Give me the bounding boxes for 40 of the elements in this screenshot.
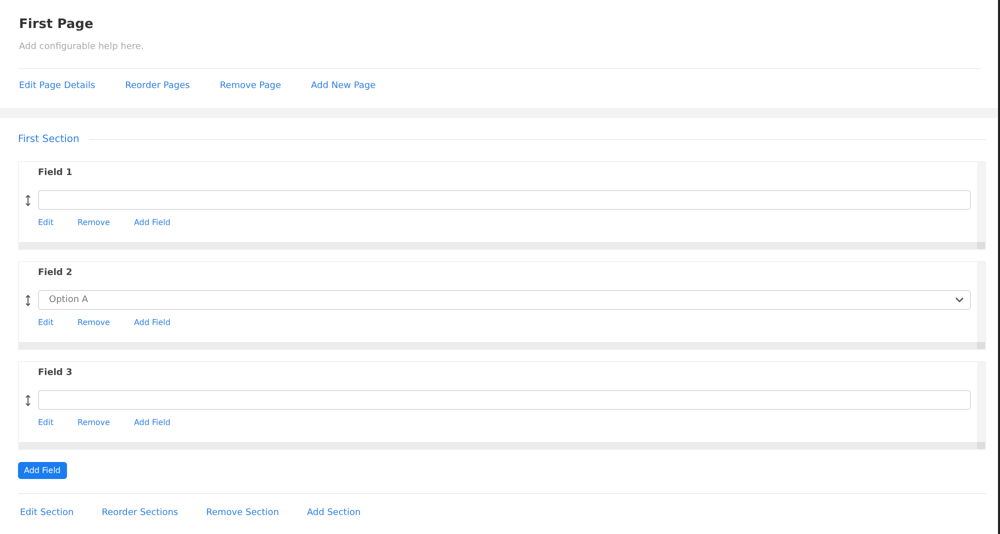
field-action-link[interactable]: Remove	[78, 418, 110, 427]
section-action-link[interactable]: Reorder Sections	[102, 508, 178, 518]
input-field[interactable]	[38, 190, 971, 210]
add-field-button[interactable]: Add Field	[18, 462, 66, 479]
field-action-link[interactable]: Edit	[38, 318, 54, 327]
scrollbar-corner	[977, 442, 985, 449]
page-action-link[interactable]: Edit Page Details	[19, 81, 96, 91]
field-action-link[interactable]: Edit	[38, 218, 54, 227]
scrollbar-corner	[977, 242, 985, 249]
vertical-scrollbar[interactable]	[977, 362, 985, 442]
input-field[interactable]	[38, 390, 971, 410]
vertical-scrollbar[interactable]	[977, 262, 985, 342]
field-action-link[interactable]: Add Field	[134, 318, 170, 327]
field-action-link[interactable]: Edit	[38, 418, 54, 427]
help-text: Add configurable help here.	[19, 42, 145, 52]
field-action-link[interactable]: Remove	[78, 318, 110, 327]
field-action-link[interactable]: Add Field	[134, 218, 170, 227]
field-label: Field 1	[38, 168, 74, 178]
section-action-link[interactable]: Remove Section	[206, 508, 279, 518]
drag-handle-icon[interactable]	[25, 194, 31, 206]
field-label: Field 2	[38, 268, 74, 278]
page-action-link[interactable]: Add New Page	[311, 81, 376, 91]
drag-handle-icon[interactable]	[25, 394, 31, 406]
horizontal-scrollbar[interactable]	[19, 442, 977, 449]
section-action-link[interactable]: Edit Section	[20, 508, 74, 518]
horizontal-scrollbar[interactable]	[19, 342, 977, 349]
chevron-down-icon	[955, 297, 964, 303]
page-action-link[interactable]: Reorder Pages	[125, 81, 190, 91]
scrollbar-corner	[977, 342, 985, 349]
section-action-link[interactable]: Add Section	[306, 508, 361, 518]
vertical-scrollbar[interactable]	[977, 162, 985, 242]
page-title: First Page	[19, 17, 94, 32]
drag-handle-icon[interactable]	[25, 294, 31, 306]
field-action-link[interactable]: Remove	[78, 218, 110, 227]
section-title: First Section	[18, 134, 80, 145]
page-action-link[interactable]: Remove Page	[220, 81, 282, 91]
field-label: Field 3	[38, 368, 74, 378]
select-dropdown[interactable]: Option A	[38, 290, 971, 310]
field-action-link[interactable]: Add Field	[134, 418, 170, 427]
horizontal-scrollbar[interactable]	[19, 242, 977, 249]
